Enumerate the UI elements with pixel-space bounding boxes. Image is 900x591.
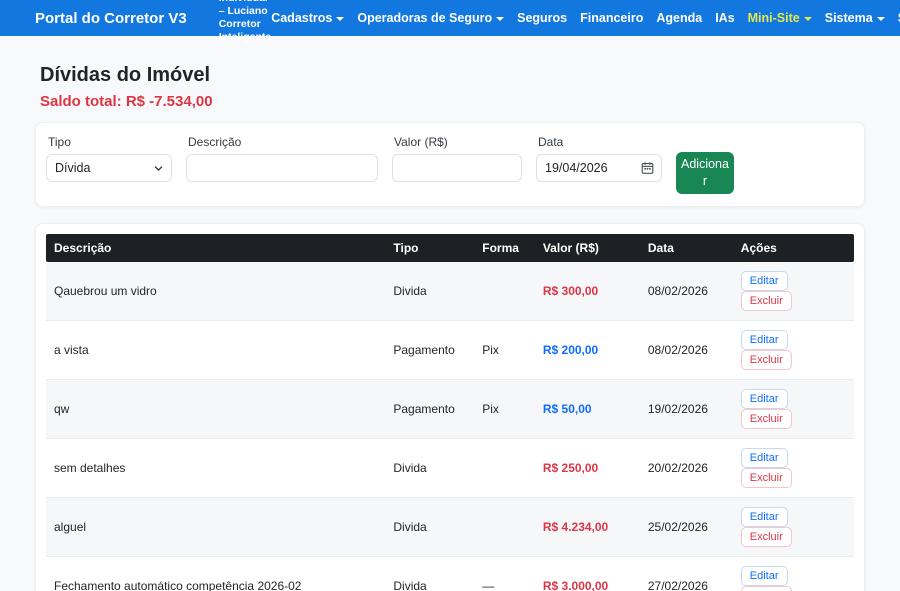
tipo-label: Tipo: [48, 135, 172, 149]
cell-descricao: sem detalhes: [46, 438, 385, 497]
chevron-down-icon: [804, 17, 812, 21]
cell-forma: —: [474, 556, 535, 591]
cell-valor: R$ 250,00: [535, 438, 640, 497]
cell-descricao: alguel: [46, 497, 385, 556]
cell-forma: [474, 497, 535, 556]
saldo-total: Saldo total: R$ -7.534,00: [35, 93, 865, 110]
nav-item-label: Seguros: [517, 11, 567, 25]
delete-button[interactable]: Excluir: [741, 468, 792, 488]
cell-data: 08/02/2026: [640, 320, 733, 379]
delete-button[interactable]: Excluir: [741, 409, 792, 429]
nav-item-sistema[interactable]: Sistema: [825, 11, 885, 25]
cell-descricao: Fechamento automático competência 2026-0…: [46, 556, 385, 591]
page-title: Dívidas do Imóvel: [35, 64, 865, 87]
cell-forma: [474, 438, 535, 497]
cell-descricao: Qauebrou um vidro: [46, 262, 385, 321]
nav-item-label: Cadastros: [271, 11, 332, 25]
header-acoes: Ações: [733, 234, 854, 262]
brand-title[interactable]: Portal do Corretor V3: [35, 10, 187, 27]
edit-button[interactable]: Editar: [741, 330, 788, 350]
header-forma: Forma: [474, 234, 535, 262]
cell-valor: R$ 4.234,00: [535, 497, 640, 556]
valor-label: Valor (R$): [394, 135, 522, 149]
table-row: Qauebrou um vidro Divida R$ 300,00 08/02…: [46, 262, 854, 321]
cell-tipo: Divida: [385, 262, 474, 321]
cell-forma: Pix: [474, 320, 535, 379]
nav-item-cadastros[interactable]: Cadastros: [271, 11, 344, 25]
edit-button[interactable]: Editar: [741, 507, 788, 527]
nav-item-agenda[interactable]: Agenda: [656, 11, 702, 25]
calendar-icon[interactable]: [641, 162, 654, 175]
nav-item-label: IAs: [715, 11, 734, 25]
nav-item-seguros[interactable]: Seguros: [517, 11, 567, 25]
edit-button[interactable]: Editar: [741, 271, 788, 291]
nav-item-label: Sistema: [825, 11, 873, 25]
cell-forma: Pix: [474, 379, 535, 438]
nav-item-label: Operadoras de Seguro: [357, 11, 492, 25]
nav-item-operadoras-de-seguro[interactable]: Operadoras de Seguro: [357, 11, 504, 25]
delete-button[interactable]: Excluir: [741, 350, 792, 370]
cell-valor: R$ 300,00: [535, 262, 640, 321]
cell-forma: [474, 262, 535, 321]
chevron-down-icon: [496, 17, 504, 21]
cell-tipo: Pagamento: [385, 379, 474, 438]
dividas-table-card: Descrição Tipo Forma Valor (R$) Data Açõ…: [35, 223, 865, 591]
dividas-table: Descrição Tipo Forma Valor (R$) Data Açõ…: [46, 234, 854, 591]
cell-valor: R$ 200,00: [535, 320, 640, 379]
nav-item-label: Agenda: [656, 11, 702, 25]
chevron-down-icon: [153, 163, 164, 174]
header-data: Data: [640, 234, 733, 262]
top-navbar: Portal do Corretor V3 Individual – Lucia…: [0, 0, 900, 36]
cell-data: 20/02/2026: [640, 438, 733, 497]
nav-item-label: Financeiro: [580, 11, 643, 25]
cell-valor: R$ 50,00: [535, 379, 640, 438]
table-row: a vista Pagamento Pix R$ 200,00 08/02/20…: [46, 320, 854, 379]
delete-button[interactable]: Excluir: [741, 291, 792, 311]
nav-item-financeiro[interactable]: Financeiro: [580, 11, 643, 25]
delete-button[interactable]: Excluir: [741, 527, 792, 547]
add-entry-form: Tipo Dívida Descrição Valor (R$) Da: [35, 122, 865, 207]
cell-valor: R$ 3.000,00: [535, 556, 640, 591]
edit-button[interactable]: Editar: [741, 566, 788, 586]
table-row: qw Pagamento Pix R$ 50,00 19/02/2026 Edi…: [46, 379, 854, 438]
header-descricao: Descrição: [46, 234, 385, 262]
table-row: Fechamento automático competência 2026-0…: [46, 556, 854, 591]
descricao-input[interactable]: [186, 154, 378, 182]
table-row: alguel Divida R$ 4.234,00 25/02/2026 Edi…: [46, 497, 854, 556]
cell-data: 08/02/2026: [640, 262, 733, 321]
cell-tipo: Pagamento: [385, 320, 474, 379]
cell-data: 19/02/2026: [640, 379, 733, 438]
edit-button[interactable]: Editar: [741, 389, 788, 409]
cell-descricao: a vista: [46, 320, 385, 379]
descricao-label: Descrição: [188, 135, 378, 149]
adicionar-button[interactable]: Adicionar: [676, 152, 734, 194]
header-valor: Valor (R$): [535, 234, 640, 262]
logged-user-info: Individual – Luciano Corretor Inteligent…: [219, 0, 272, 44]
cell-data: 27/02/2026: [640, 556, 733, 591]
chevron-down-icon: [336, 17, 344, 21]
nav-item-ias[interactable]: IAs: [715, 11, 734, 25]
valor-input[interactable]: [392, 154, 522, 182]
nav-item-mini-site[interactable]: Mini-Site: [748, 11, 812, 25]
delete-button[interactable]: Excluir: [741, 586, 792, 591]
table-row: sem detalhes Divida R$ 250,00 20/02/2026…: [46, 438, 854, 497]
cell-tipo: Divida: [385, 497, 474, 556]
cell-descricao: qw: [46, 379, 385, 438]
cell-tipo: Divida: [385, 438, 474, 497]
main-nav: Cadastros Operadoras de Seguro Seguros F…: [271, 11, 900, 25]
cell-data: 25/02/2026: [640, 497, 733, 556]
data-label: Data: [538, 135, 662, 149]
table-header-row: Descrição Tipo Forma Valor (R$) Data Açõ…: [46, 234, 854, 262]
nav-item-label: Mini-Site: [748, 11, 800, 25]
header-tipo: Tipo: [385, 234, 474, 262]
cell-tipo: Divida: [385, 556, 474, 591]
chevron-down-icon: [877, 17, 885, 21]
edit-button[interactable]: Editar: [741, 448, 788, 468]
